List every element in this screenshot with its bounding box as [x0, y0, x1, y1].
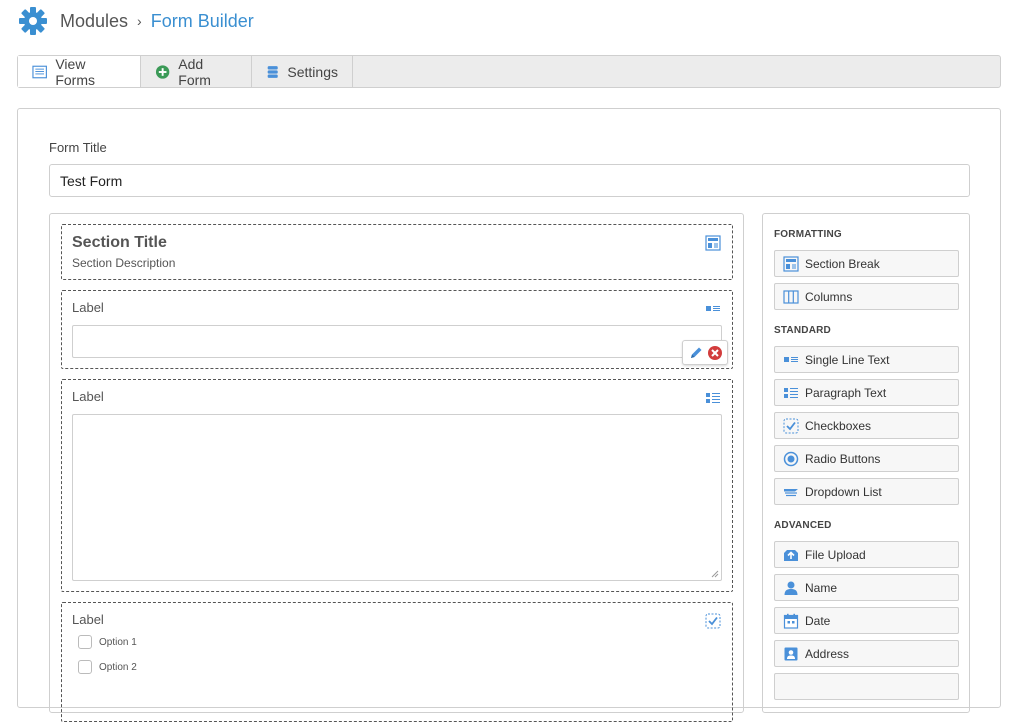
paragraph-textarea[interactable]: [72, 414, 722, 581]
checkbox[interactable]: [78, 635, 92, 649]
add-date-button[interactable]: Date: [774, 607, 959, 634]
button-label: Date: [805, 613, 831, 628]
checkbox-icon: [783, 418, 799, 433]
button-label: Name: [805, 580, 838, 595]
gear-icon: [19, 7, 47, 35]
tab-view-forms[interactable]: View Forms: [18, 55, 141, 88]
form-canvas[interactable]: Section Title Section Description Label: [49, 213, 744, 722]
form-title-label: Form Title: [49, 140, 107, 155]
pencil-icon[interactable]: [688, 345, 704, 361]
tab-add-form[interactable]: Add Form: [141, 55, 252, 88]
columns-icon: [783, 289, 799, 304]
list-icon: [32, 65, 47, 78]
tab-view-forms-label: View Forms: [55, 55, 96, 88]
upload-icon: [784, 549, 798, 561]
add-name-button[interactable]: Name: [774, 574, 959, 601]
address-card-icon: [784, 647, 798, 660]
checkbox-option-label: Option 1: [99, 636, 137, 648]
breadcrumb: Modules › Form Builder: [18, 6, 254, 36]
button-label: Single Line Text: [805, 352, 890, 367]
add-address-button[interactable]: Address: [774, 640, 959, 667]
button-label: File Upload: [805, 547, 866, 562]
button-label: Address: [805, 646, 850, 661]
checkbox[interactable]: [78, 660, 92, 674]
add-file-upload-button[interactable]: File Upload: [774, 541, 959, 568]
radio-icon: [783, 451, 799, 466]
single-line-text-block[interactable]: Label: [61, 290, 733, 369]
button-label: Section Break: [805, 256, 880, 271]
button-label: Checkboxes: [805, 418, 872, 433]
add-dropdown-list-button[interactable]: Dropdown List: [774, 478, 959, 505]
calendar-icon: [783, 613, 799, 629]
field-palette: FORMATTING Section Break Columns STANDAR…: [762, 213, 970, 713]
tab-bar: View Forms Add Form Settings: [17, 55, 1001, 88]
paragraph-text-block[interactable]: Label: [61, 379, 733, 592]
add-paragraph-text-button[interactable]: Paragraph Text: [774, 379, 959, 406]
single-line-icon: [784, 356, 798, 362]
add-section-break-button[interactable]: Section Break: [774, 250, 959, 277]
section-title: Section Title: [72, 234, 167, 251]
dropdown-icon: [784, 488, 798, 496]
paragraph-icon: [706, 393, 720, 403]
section-break-icon: [705, 235, 721, 251]
button-label: Dropdown List: [805, 484, 882, 499]
checkbox-icon: [705, 613, 721, 629]
add-radio-buttons-button[interactable]: Radio Buttons: [774, 445, 959, 472]
tab-settings-label: Settings: [287, 63, 338, 80]
field-label: Label: [72, 300, 104, 315]
field-label: Label: [72, 389, 104, 404]
person-icon: [784, 581, 798, 595]
delete-icon[interactable]: [707, 345, 723, 361]
add-columns-button[interactable]: Columns: [774, 283, 959, 310]
button-label: Paragraph Text: [805, 385, 887, 400]
tab-add-form-label: Add Form: [178, 55, 211, 88]
checkbox-option[interactable]: Option 1: [78, 635, 137, 649]
palette-button-partial[interactable]: [774, 673, 959, 700]
section-description: Section Description: [72, 256, 176, 270]
checkbox-option[interactable]: Option 2: [78, 660, 137, 674]
breadcrumb-separator: ›: [137, 13, 142, 29]
database-icon: [267, 65, 278, 78]
tab-settings[interactable]: Settings: [252, 56, 353, 87]
standard-heading: STANDARD: [774, 325, 831, 336]
plus-circle-icon: [155, 64, 170, 79]
formatting-heading: FORMATTING: [774, 229, 842, 240]
breadcrumb-modules-link[interactable]: Modules: [60, 11, 128, 32]
section-break-block[interactable]: Section Title Section Description: [61, 224, 733, 280]
form-editor-panel: Form Title Section Title Section Descrip…: [17, 108, 1001, 722]
section-break-icon: [783, 255, 799, 272]
checkboxes-block[interactable]: Label Option 1 Option 2: [61, 602, 733, 722]
button-label: Radio Buttons: [805, 451, 881, 466]
page-title: Form Builder: [150, 10, 254, 31]
checkbox-option-label: Option 2: [99, 661, 137, 673]
resize-handle-icon[interactable]: [711, 570, 719, 578]
add-checkboxes-button[interactable]: Checkboxes: [774, 412, 959, 439]
field-edit-toolbar: [682, 340, 728, 365]
button-label: Columns: [805, 289, 853, 304]
single-line-text-input[interactable]: [72, 325, 722, 358]
field-label: Label: [72, 612, 104, 627]
single-line-icon: [706, 306, 720, 311]
form-title-input[interactable]: [49, 164, 970, 197]
add-single-line-text-button[interactable]: Single Line Text: [774, 346, 959, 373]
paragraph-icon: [784, 387, 798, 398]
advanced-heading: ADVANCED: [774, 520, 832, 531]
